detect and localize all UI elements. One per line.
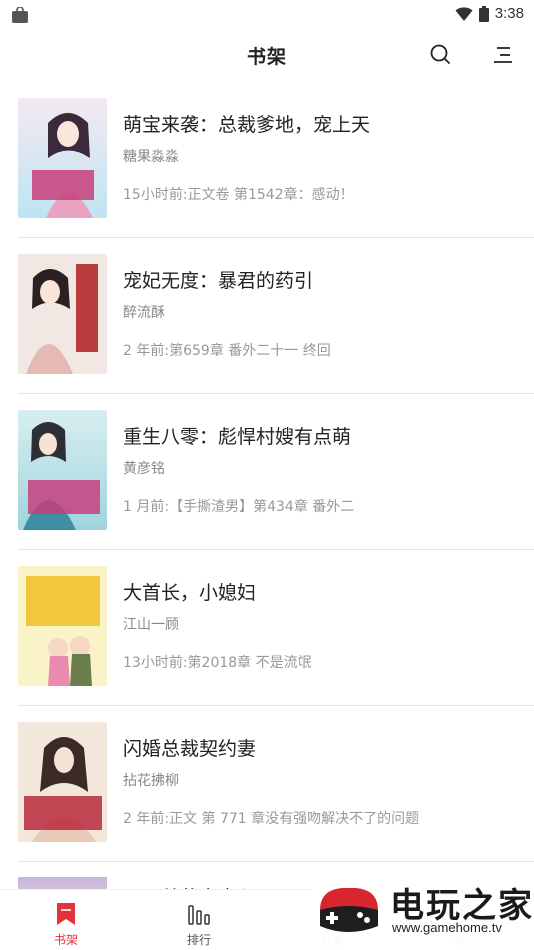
book-update: 1 月前:【手撕渣男】第434章 番外二 (123, 499, 355, 515)
tab-ranking[interactable]: 排行 (149, 890, 249, 950)
book-title[interactable]: 宠妃无度：暴君的药引 (123, 266, 313, 293)
book-update: 13小时前:第2018章 不是流氓 (123, 655, 312, 671)
book-author: 糖果淼淼 (123, 149, 179, 165)
book-update: 15小时前:正文卷 第1542章：感动！ (123, 187, 354, 203)
watermark-url: www.gamehome.tv (392, 920, 502, 935)
book-author: 醉流酥 (123, 305, 165, 321)
book-cover[interactable] (18, 722, 107, 842)
book-item[interactable]: 重生八零：彪悍村嫂有点萌 黄彦铭 1 月前:【手撕渣男】第434章 番外二 (18, 394, 534, 550)
book-list: 萌宝来袭：总裁爹地，宠上天 糖果淼淼 15小时前:正文卷 第1542章：感动！ … (0, 82, 534, 862)
book-cover[interactable] (18, 410, 107, 530)
book-update: 2 年前:第659章 番外二十一 终回 (123, 343, 331, 359)
book-item[interactable]: 萌宝来袭：总裁爹地，宠上天 糖果淼淼 15小时前:正文卷 第1542章：感动！ (18, 82, 534, 238)
book-update: 2 年前:正文 第 771 章没有强吻解决不了的问题 (123, 811, 420, 827)
wifi-icon (455, 6, 473, 21)
book-cover[interactable] (18, 254, 107, 374)
battery-icon (478, 5, 489, 22)
book-title[interactable]: 闪婚总裁契约妻 (123, 734, 256, 761)
bookmark-icon (57, 903, 75, 925)
book-title[interactable]: 大首长，小媳妇 (123, 578, 256, 605)
app-bar: 书架 (0, 30, 534, 80)
book-cover[interactable] (18, 98, 107, 218)
status-bar: 3:38 (0, 0, 534, 30)
search-icon[interactable] (428, 42, 454, 68)
book-item[interactable]: 大首长，小媳妇 江山一顾 13小时前:第2018章 不是流氓 (18, 550, 534, 706)
status-time: 3:38 (494, 5, 524, 22)
watermark: 电玩之家 www.gamehome.tv (312, 872, 534, 949)
book-title[interactable]: 重生八零：彪悍村嫂有点萌 (123, 422, 351, 449)
book-item[interactable]: 闪婚总裁契约妻 拈花拂柳 2 年前:正文 第 771 章没有强吻解决不了的问题 (18, 706, 534, 862)
book-author: 黄彦铭 (123, 461, 165, 477)
tab-bookshelf[interactable]: 书架 (16, 890, 116, 950)
gamepad-logo-icon (320, 888, 378, 932)
menu-icon[interactable] (490, 42, 516, 68)
book-author: 江山一顾 (123, 617, 179, 633)
shopping-bag-icon (12, 7, 28, 23)
ranking-icon (188, 905, 210, 925)
tab-label: 书架 (53, 933, 78, 947)
book-title[interactable]: 萌宝来袭：总裁爹地，宠上天 (123, 110, 370, 137)
book-cover[interactable] (18, 566, 107, 686)
tab-label: 排行 (186, 933, 211, 947)
book-author: 拈花拂柳 (123, 773, 179, 789)
book-item[interactable]: 宠妃无度：暴君的药引 醉流酥 2 年前:第659章 番外二十一 终回 (18, 238, 534, 394)
